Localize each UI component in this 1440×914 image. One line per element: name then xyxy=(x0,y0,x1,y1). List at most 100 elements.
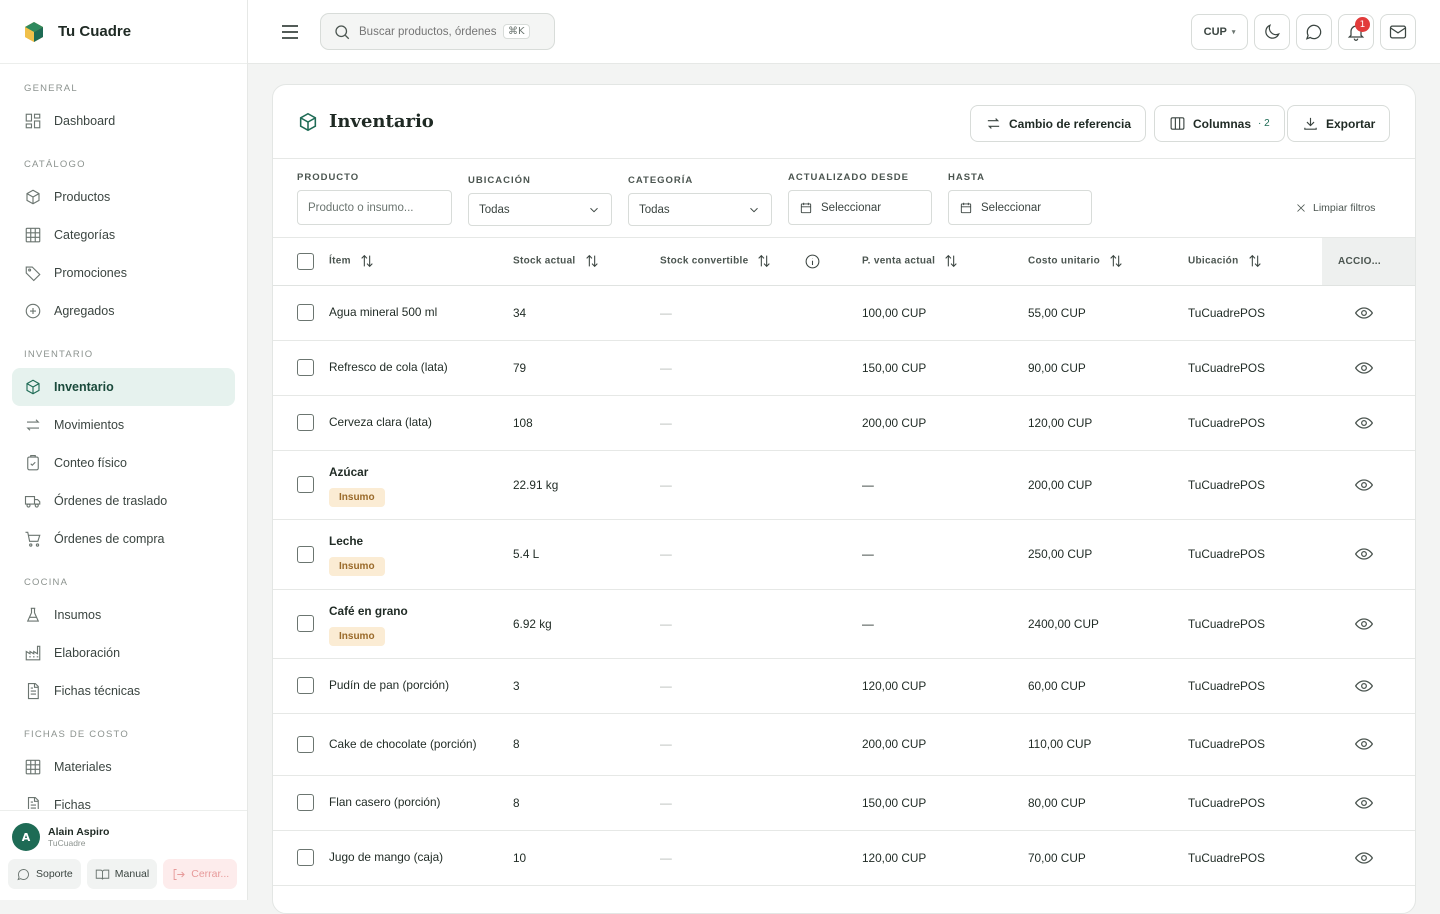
eye-icon[interactable] xyxy=(1354,676,1374,696)
table-row[interactable]: Jugo de mango (caja) 10 — 120,00 CUP 70,… xyxy=(273,830,1415,886)
table-row[interactable]: Agua mineral 500 ml 34 — 100,00 CUP 55,0… xyxy=(273,285,1415,341)
sort-icon[interactable] xyxy=(943,253,959,269)
location-filter-select[interactable]: Todas xyxy=(468,193,612,226)
sidebar-item-label: Productos xyxy=(54,190,111,204)
product-filter-input[interactable]: Producto o insumo... xyxy=(297,190,452,225)
table-row[interactable]: Azúcar Insumo 22.91 kg — — 200,00 CUP Tu… xyxy=(273,450,1415,520)
from-date-picker[interactable]: Seleccionar xyxy=(788,190,932,225)
menu-icon[interactable] xyxy=(280,22,300,42)
column-convertible[interactable]: Stock convertible xyxy=(660,238,802,286)
sidebar-item-agregados[interactable]: Agregados xyxy=(12,292,235,330)
eye-icon[interactable] xyxy=(1354,413,1374,433)
row-checkbox[interactable] xyxy=(297,735,314,753)
theme-toggle[interactable] xyxy=(1254,14,1290,50)
mail-button[interactable] xyxy=(1380,14,1416,50)
filters-bar: PRODUCTO Producto o insumo... UBICACIÓN … xyxy=(273,159,1415,238)
sidebar-item-label: Inventario xyxy=(54,380,114,394)
sort-icon[interactable] xyxy=(756,253,772,269)
sidebar-item-ordenes-de-traslado[interactable]: Órdenes de traslado xyxy=(12,482,235,520)
currency-select[interactable]: CUP ▾ xyxy=(1191,14,1248,50)
row-checkbox[interactable] xyxy=(297,794,314,811)
category-filter-select[interactable]: Todas xyxy=(628,193,772,226)
row-checkbox[interactable] xyxy=(297,304,314,321)
eye-icon[interactable] xyxy=(1354,303,1374,323)
sidebar-item-productos[interactable]: Productos xyxy=(12,178,235,216)
currency-value: CUP xyxy=(1203,26,1227,38)
sidebar-item-fichas-tecnicas[interactable]: Fichas técnicas xyxy=(12,672,235,710)
manual-button[interactable]: Manual xyxy=(86,859,158,889)
sort-icon[interactable] xyxy=(359,253,375,269)
export-button[interactable]: Exportar xyxy=(1287,105,1391,142)
card-header: Inventario Cambio de referencia Columnas… xyxy=(273,85,1415,159)
clear-filters-button[interactable]: Limpiar filtros xyxy=(1295,202,1375,214)
cell-price: 200,00 CUP xyxy=(862,713,1028,776)
sidebar-item-conteo-fisico[interactable]: Conteo físico xyxy=(12,444,235,482)
plus-circle-icon xyxy=(25,303,41,319)
eye-icon[interactable] xyxy=(1354,793,1374,813)
table-row[interactable]: Leche Insumo 5.4 L — — 250,00 CUP TuCuad… xyxy=(273,519,1415,590)
from-date-value: Seleccionar xyxy=(821,201,882,214)
eye-icon[interactable] xyxy=(1354,475,1374,495)
search-box[interactable]: ⌘K xyxy=(320,13,555,50)
user-profile[interactable]: A Alain Aspiro TuCuadre xyxy=(0,811,247,851)
arrows-icon xyxy=(26,419,40,431)
brand[interactable]: Tu Cuadre xyxy=(0,0,247,64)
row-checkbox[interactable] xyxy=(297,615,314,632)
sidebar-item-fichas[interactable]: Fichas xyxy=(12,786,235,809)
cell-cost: 80,00 CUP xyxy=(1028,775,1188,831)
row-checkbox[interactable] xyxy=(297,849,314,866)
clear-filters-label: Limpiar filtros xyxy=(1313,202,1376,214)
column-location[interactable]: Ubicación xyxy=(1188,238,1322,286)
sidebar-item-dashboard[interactable]: Dashboard xyxy=(12,102,235,140)
sidebar-item-movimientos[interactable]: Movimientos xyxy=(12,406,235,444)
grid-icon xyxy=(25,113,41,129)
column-price[interactable]: P. venta actual xyxy=(862,238,1028,286)
messages-button[interactable] xyxy=(1296,14,1332,50)
sidebar-section-title: INVENTARIO xyxy=(24,348,94,360)
table-row[interactable]: Cerveza clara (lata) 108 — 200,00 CUP 12… xyxy=(273,395,1415,451)
notifications-button[interactable]: 1 xyxy=(1338,14,1374,50)
sidebar-item-elaboracion[interactable]: Elaboración xyxy=(12,634,235,672)
column-item[interactable]: Ítem xyxy=(329,238,513,286)
eye-icon[interactable] xyxy=(1354,734,1374,754)
info-icon[interactable] xyxy=(804,253,821,270)
eye-icon[interactable] xyxy=(1354,848,1374,868)
sidebar-item-materiales[interactable]: Materiales xyxy=(12,748,235,786)
sidebar-footer: A Alain Aspiro TuCuadre Soporte Manual C… xyxy=(0,810,247,900)
search-input[interactable] xyxy=(359,25,499,38)
eye-icon[interactable] xyxy=(1354,358,1374,378)
select-all-checkbox[interactable] xyxy=(297,252,314,270)
row-checkbox[interactable] xyxy=(297,476,314,493)
avatar: A xyxy=(12,823,40,851)
reference-change-button[interactable]: Cambio de referencia xyxy=(970,105,1147,142)
column-location-label: Ubicación xyxy=(1188,255,1239,267)
sidebar-item-insumos[interactable]: Insumos xyxy=(12,596,235,634)
table-row[interactable]: Pudín de pan (porción) 3 — 120,00 CUP 60… xyxy=(273,658,1415,714)
table-row[interactable]: Cake de chocolate (porción) 8 — 200,00 C… xyxy=(273,713,1415,776)
support-button[interactable]: Soporte xyxy=(8,859,81,889)
sidebar-item-promociones[interactable]: Promociones xyxy=(12,254,235,292)
to-date-picker[interactable]: Seleccionar xyxy=(948,190,1092,225)
eye-icon[interactable] xyxy=(1354,544,1374,564)
table-row[interactable]: Café en grano Insumo 6.92 kg — — 2400,00… xyxy=(273,589,1415,659)
eye-icon[interactable] xyxy=(1354,614,1374,634)
table-row[interactable]: Refresco de cola (lata) 79 — 150,00 CUP … xyxy=(273,340,1415,396)
cell-price: 100,00 CUP xyxy=(862,285,1028,341)
sidebar-item-inventario[interactable]: Inventario xyxy=(12,368,235,406)
row-checkbox[interactable] xyxy=(297,414,314,431)
sort-icon[interactable] xyxy=(1108,253,1124,269)
row-checkbox[interactable] xyxy=(297,677,314,694)
chat-icon xyxy=(17,868,29,880)
column-cost[interactable]: Costo unitario xyxy=(1028,238,1188,286)
sort-icon[interactable] xyxy=(1247,253,1263,269)
row-checkbox[interactable] xyxy=(297,359,314,376)
sidebar-item-ordenes-de-compra[interactable]: Órdenes de compra xyxy=(12,520,235,558)
columns-button[interactable]: Columnas · 2 xyxy=(1154,105,1285,142)
table-row[interactable]: Flan casero (porción) 8 — 150,00 CUP 80,… xyxy=(273,775,1415,831)
logout-button[interactable]: Cerrar... xyxy=(163,859,238,889)
product-filter-placeholder: Producto o insumo... xyxy=(308,201,414,214)
row-checkbox[interactable] xyxy=(297,545,314,563)
column-stock[interactable]: Stock actual xyxy=(513,238,660,286)
sort-icon[interactable] xyxy=(584,253,600,269)
sidebar-item-categorias[interactable]: Categorías xyxy=(12,216,235,254)
